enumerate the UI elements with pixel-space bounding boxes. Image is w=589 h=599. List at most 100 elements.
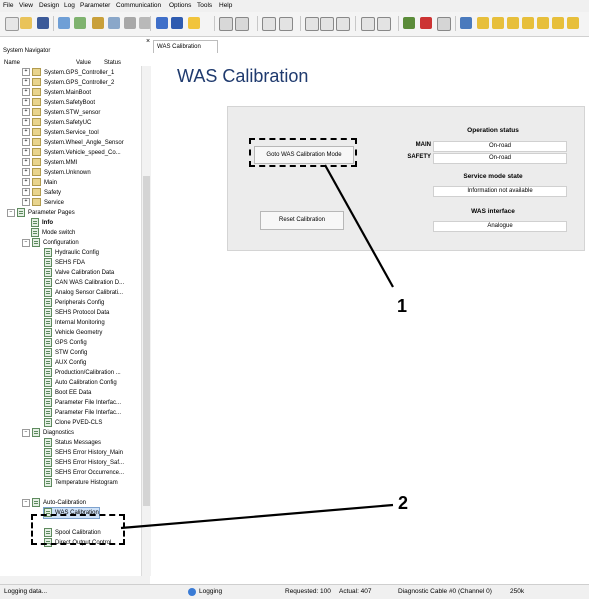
tree-item[interactable]: + System.Vehicle_speed_Co... (22, 148, 121, 158)
tree-item[interactable]: + Safety (22, 188, 61, 198)
expand-icon[interactable]: + (22, 138, 30, 147)
tree-item[interactable]: + System.SafetyUC (22, 118, 91, 128)
tree-item[interactable]: + System.STW_sensor (22, 108, 100, 118)
window-icon[interactable] (156, 17, 168, 29)
tree-item[interactable]: SEHS Error History_Saf... (44, 458, 124, 468)
tree-item[interactable]: SEHS Error History_Main (44, 448, 123, 458)
tree-item[interactable]: + System.Wheel_Angle_Sensor (22, 138, 124, 148)
tree-item[interactable]: Auto Calibration Config (44, 378, 117, 388)
page-icon[interactable] (305, 17, 319, 31)
menu-help[interactable]: Help (219, 2, 232, 9)
tree-item[interactable]: + System.GPS_Controller_2 (22, 78, 114, 88)
lock-icon[interactable] (336, 17, 350, 31)
expand-icon[interactable]: + (22, 128, 30, 137)
tool-icon[interactable] (477, 17, 489, 29)
tree-item[interactable]: − Parameter Pages (7, 208, 75, 218)
play-icon[interactable] (403, 17, 415, 29)
tree-item[interactable]: Analog Sensor Calibrati... (44, 288, 123, 298)
expand-icon[interactable]: + (22, 108, 30, 117)
expand-icon[interactable]: + (22, 158, 30, 167)
document-icon[interactable] (320, 17, 334, 31)
expand-icon[interactable]: + (22, 78, 30, 87)
tree-item[interactable]: + System.Unknown (22, 168, 91, 178)
vertical-scrollbar[interactable] (141, 66, 151, 576)
compare-icon[interactable] (124, 17, 136, 29)
tree-item[interactable]: Status Messages (44, 438, 101, 448)
download-icon[interactable] (279, 17, 293, 31)
horizontal-scrollbar[interactable] (0, 576, 150, 584)
disconnect-icon[interactable] (74, 17, 86, 29)
tree-item[interactable]: − Auto-Calibration (22, 498, 86, 508)
tree-item[interactable]: Clone PVED-CLS (44, 418, 102, 428)
collapse-icon[interactable]: − (22, 498, 30, 507)
tree-item[interactable]: + Main (22, 178, 57, 188)
paste-icon[interactable] (235, 17, 249, 31)
tree-item[interactable]: SEHS FDA (44, 258, 85, 268)
tree-item[interactable]: Production/Calibration ... (44, 368, 121, 378)
tree-item[interactable]: + Service (22, 198, 64, 208)
upload-icon[interactable] (262, 17, 276, 31)
stop-icon[interactable] (420, 17, 432, 29)
tree-item[interactable]: Peripherals Config (44, 298, 104, 308)
column-status[interactable]: Status (104, 60, 121, 66)
connect-icon[interactable] (58, 17, 70, 29)
column-value[interactable]: Value (76, 60, 91, 66)
tool-icon[interactable] (507, 17, 519, 29)
expand-icon[interactable]: + (22, 148, 30, 157)
close-icon[interactable]: × (146, 38, 150, 45)
tool-icon[interactable] (567, 17, 579, 29)
tree-item[interactable]: Info (31, 218, 53, 228)
tree-item[interactable]: SEHS Error Occurrence... (44, 468, 124, 478)
menu-parameter[interactable]: Parameter (80, 2, 110, 9)
new-icon[interactable] (5, 17, 19, 31)
write-icon[interactable] (108, 17, 120, 29)
tool-icon[interactable] (552, 17, 564, 29)
menu-options[interactable]: Options (169, 2, 191, 9)
expand-icon[interactable]: + (22, 178, 30, 187)
menu-view[interactable]: View (19, 2, 33, 9)
tree-item[interactable]: Internal Monitoring (44, 318, 105, 328)
expand-icon[interactable]: + (22, 168, 30, 177)
expand-icon[interactable]: + (22, 198, 30, 207)
tree-item[interactable]: Parameter File Interfac... (44, 398, 121, 408)
tree-item[interactable]: + System.GPS_Controller_1 (22, 68, 114, 78)
tree-item[interactable]: Boot EE Data (44, 388, 91, 398)
tree-item[interactable]: + System.MMI (22, 158, 77, 168)
tab-was-calibration[interactable]: WAS Calibration (153, 40, 218, 53)
expand-icon[interactable]: + (22, 118, 30, 127)
panel-icon[interactable] (171, 17, 183, 29)
read-icon[interactable] (92, 17, 104, 29)
reset-calibration-button[interactable]: Reset Calibration (260, 211, 344, 230)
scrollbar-thumb[interactable] (143, 176, 150, 506)
highlight-icon[interactable] (188, 17, 200, 29)
print-icon[interactable] (361, 17, 375, 31)
menu-design[interactable]: Design (39, 2, 59, 9)
menu-log[interactable]: Log (64, 2, 75, 9)
tree-item[interactable]: + System.MainBoot (22, 88, 91, 98)
tree-item[interactable]: AUX Config (44, 358, 86, 368)
tree-item[interactable]: Parameter File Interfac... (44, 408, 121, 418)
collapse-icon[interactable]: − (7, 208, 15, 217)
expand-icon[interactable]: + (22, 88, 30, 97)
tool-icon[interactable] (537, 17, 549, 29)
menu-communication[interactable]: Communication (116, 2, 161, 9)
tree-item[interactable]: CAN WAS Calibration D... (44, 278, 124, 288)
tool-icon[interactable] (522, 17, 534, 29)
preview-icon[interactable] (377, 17, 391, 31)
tree-item[interactable]: − Diagnostics (22, 428, 74, 438)
expand-icon[interactable]: + (22, 188, 30, 197)
record-icon[interactable] (437, 17, 451, 31)
collapse-icon[interactable]: − (22, 238, 30, 247)
tree-item[interactable]: GPS Config (44, 338, 87, 348)
tool-icon[interactable] (492, 17, 504, 29)
diagnostic-icon[interactable] (460, 17, 472, 29)
expand-icon[interactable]: + (22, 98, 30, 107)
tree-item[interactable]: STW Config (44, 348, 87, 358)
column-name[interactable]: Name (4, 60, 20, 66)
tree-item[interactable]: − Configuration (22, 238, 79, 248)
tree-item[interactable]: + System.Service_tool (22, 128, 99, 138)
save-icon[interactable] (37, 17, 49, 29)
menu-file[interactable]: File (3, 2, 13, 9)
tree-item[interactable]: Temperature Histogram (44, 478, 118, 488)
expand-icon[interactable]: + (22, 68, 30, 77)
